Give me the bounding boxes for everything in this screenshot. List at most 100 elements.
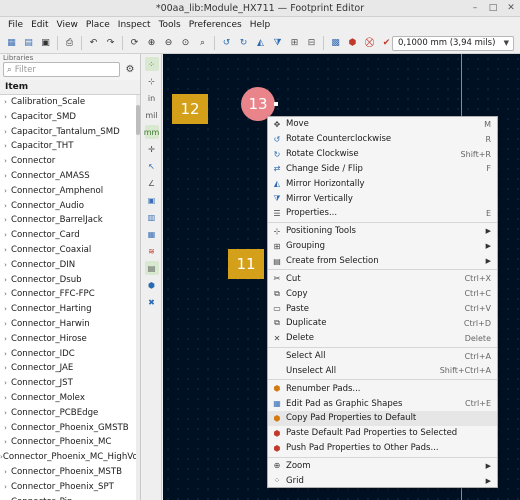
library-item[interactable]: ›Connector_Pin [0, 495, 140, 500]
grid-size-select[interactable]: 0,1000 mm (3,94 mils) ▼ [392, 36, 514, 51]
library-item[interactable]: › Connector_JAE [0, 361, 140, 376]
library-item[interactable]: › Connector_FFC-FPC [0, 287, 140, 302]
close-icon[interactable]: ✕ [502, 0, 520, 17]
millimeters-icon[interactable]: mm [144, 125, 159, 139]
menu-item-change-side-flip[interactable]: ⇄ Change Side / Flip F [268, 162, 497, 177]
gear-icon[interactable]: ⚙ [122, 62, 138, 77]
chevron-right-icon[interactable]: › [0, 480, 11, 495]
mirror-h-icon[interactable]: ◭ [254, 36, 268, 50]
menu-item-copy-pad-properties-to-default[interactable]: ⬢ Copy Pad Properties to Default [268, 411, 497, 426]
menu-item-grid[interactable]: ⁘ Grid ▶ [268, 473, 497, 488]
chevron-right-icon[interactable]: › [0, 287, 11, 302]
menu-help[interactable]: Help [246, 20, 275, 30]
library-item[interactable]: › Connector_Harting [0, 302, 140, 317]
menu-item-unselect-all[interactable]: Unselect All Shift+Ctrl+A [268, 364, 497, 379]
library-item[interactable]: › Connector_Amphenol [0, 184, 140, 199]
chevron-right-icon[interactable]: › [0, 361, 11, 376]
drc-icon[interactable]: ⛒ [363, 36, 377, 50]
menu-item-edit-pad-as-graphic-shapes[interactable]: ▦ Edit Pad as Graphic Shapes Ctrl+E [268, 396, 497, 411]
chevron-right-icon[interactable]: › [0, 317, 11, 332]
print-icon[interactable]: ⎙ [63, 36, 77, 50]
menu-view[interactable]: View [53, 20, 82, 30]
menu-item-mirror-vertically[interactable]: ⧩ Mirror Vertically [268, 191, 497, 206]
chevron-right-icon[interactable]: › [0, 184, 11, 199]
chevron-right-icon[interactable]: › [0, 110, 11, 125]
chevron-right-icon[interactable]: › [0, 258, 11, 273]
polar-coords-icon[interactable]: ⊹ [145, 74, 159, 88]
pad-display-icon[interactable]: ▣ [145, 193, 159, 207]
library-item[interactable]: ›Connector_Phoenix_MC_HighVoltage [0, 450, 140, 465]
menu-item-paste-default-pad-properties-to-selected[interactable]: ⬢ Paste Default Pad Properties to Selecte… [268, 426, 497, 441]
chevron-right-icon[interactable]: › [0, 421, 11, 436]
column-header-item[interactable]: Item [0, 80, 140, 95]
zoom-out-icon[interactable]: ⊖ [162, 36, 176, 50]
menu-item-paste[interactable]: ▭ Paste Ctrl+V [268, 301, 497, 316]
library-item[interactable]: › Connector_Molex [0, 391, 140, 406]
library-item[interactable]: › Connector_Card [0, 228, 140, 243]
library-item[interactable]: › Connector_BarrelJack [0, 213, 140, 228]
chevron-right-icon[interactable]: › [0, 273, 11, 288]
new-footprint-icon[interactable]: ▦ [5, 36, 19, 50]
scroll-thumb[interactable] [136, 105, 140, 135]
redo-icon[interactable]: ↷ [104, 36, 118, 50]
undo-icon[interactable]: ↶ [87, 36, 101, 50]
menu-item-properties[interactable]: ☰ Properties... E [268, 206, 497, 221]
inches-icon[interactable]: in [145, 91, 159, 105]
menu-item-renumber-pads[interactable]: ⬢ Renumber Pads... [268, 381, 497, 396]
library-item[interactable]: › Connector_Dsub [0, 273, 140, 288]
library-item[interactable]: › Connector_Harwin [0, 317, 140, 332]
chevron-right-icon[interactable]: › [0, 125, 11, 140]
menu-preferences[interactable]: Preferences [185, 20, 246, 30]
menu-item-zoom[interactable]: ⊕ Zoom ▶ [268, 459, 497, 474]
chevron-right-icon[interactable]: › [0, 154, 11, 169]
zoom-selection-icon[interactable]: ⌕ [196, 36, 210, 50]
chevron-right-icon[interactable]: › [0, 243, 11, 258]
chevron-right-icon[interactable]: › [0, 435, 11, 450]
menu-item-duplicate[interactable]: ⧉ Duplicate Ctrl+D [268, 316, 497, 331]
zoom-fit-icon[interactable]: ⊙ [179, 36, 193, 50]
menu-inspect[interactable]: Inspect [114, 20, 155, 30]
library-item[interactable]: › Connector_Coaxial [0, 243, 140, 258]
library-item[interactable]: › Capacitor_SMD [0, 110, 140, 125]
library-scrollbar[interactable] [136, 95, 140, 500]
menu-item-select-all[interactable]: Select All Ctrl+A [268, 349, 497, 364]
library-item[interactable]: › Capacitor_THT [0, 139, 140, 154]
chevron-right-icon[interactable]: › [0, 465, 11, 480]
library-item[interactable]: › Connector_Hirose [0, 332, 140, 347]
chevron-right-icon[interactable]: › [0, 199, 11, 214]
chevron-right-icon[interactable]: › [0, 95, 11, 110]
library-item[interactable]: › Connector_Phoenix_GMSTB [0, 421, 140, 436]
chevron-right-icon[interactable]: › [0, 332, 11, 347]
menu-edit[interactable]: Edit [27, 20, 52, 30]
pad-12[interactable]: 12 [172, 94, 208, 124]
menu-item-grouping[interactable]: ⊞ Grouping ▶ [268, 239, 497, 254]
pointer-icon[interactable]: ↖ [145, 159, 159, 173]
filter-input[interactable]: ⌕ Filter [3, 62, 120, 77]
library-item[interactable]: › Connector_Audio [0, 199, 140, 214]
layers-manager-icon[interactable]: ▤ [144, 261, 159, 275]
menu-item-rotate-counterclockwise[interactable]: ↺ Rotate Counterclockwise R [268, 132, 497, 147]
library-item[interactable]: › Calibration_Scale [0, 95, 140, 110]
graphics-display-icon[interactable]: ▥ [145, 210, 159, 224]
chevron-right-icon[interactable]: › [0, 213, 11, 228]
minimize-icon[interactable]: – [466, 0, 484, 17]
library-item[interactable]: › Connector_PCBEdge [0, 406, 140, 421]
chevron-right-icon[interactable]: › [0, 302, 11, 317]
menu-item-delete[interactable]: ✕ Delete Delete [268, 331, 497, 346]
library-item[interactable]: › Capacitor_Tantalum_SMD [0, 125, 140, 140]
ungroup-icon[interactable]: ⊟ [305, 36, 319, 50]
menu-item-push-pad-properties-to-other-pads[interactable]: ⬢ Push Pad Properties to Other Pads... [268, 441, 497, 456]
chevron-right-icon[interactable]: › [0, 139, 11, 154]
library-item[interactable]: › Connector_Phoenix_SPT [0, 480, 140, 495]
menu-item-create-from-selection[interactable]: ▤ Create from Selection ▶ [268, 254, 497, 269]
footprint-properties-icon[interactable]: ▩ [329, 36, 343, 50]
menu-file[interactable]: File [4, 20, 27, 30]
refresh-icon[interactable]: ⟳ [128, 36, 142, 50]
library-item[interactable]: › Connector [0, 154, 140, 169]
menu-item-mirror-horizontally[interactable]: ◭ Mirror Horizontally [268, 176, 497, 191]
rotate-cw-icon[interactable]: ↻ [237, 36, 251, 50]
mirror-v-icon[interactable]: ⧩ [271, 36, 285, 50]
tools-icon[interactable]: ✖ [145, 295, 159, 309]
maximize-icon[interactable]: □ [484, 0, 502, 17]
save-icon[interactable]: ▣ [39, 36, 53, 50]
